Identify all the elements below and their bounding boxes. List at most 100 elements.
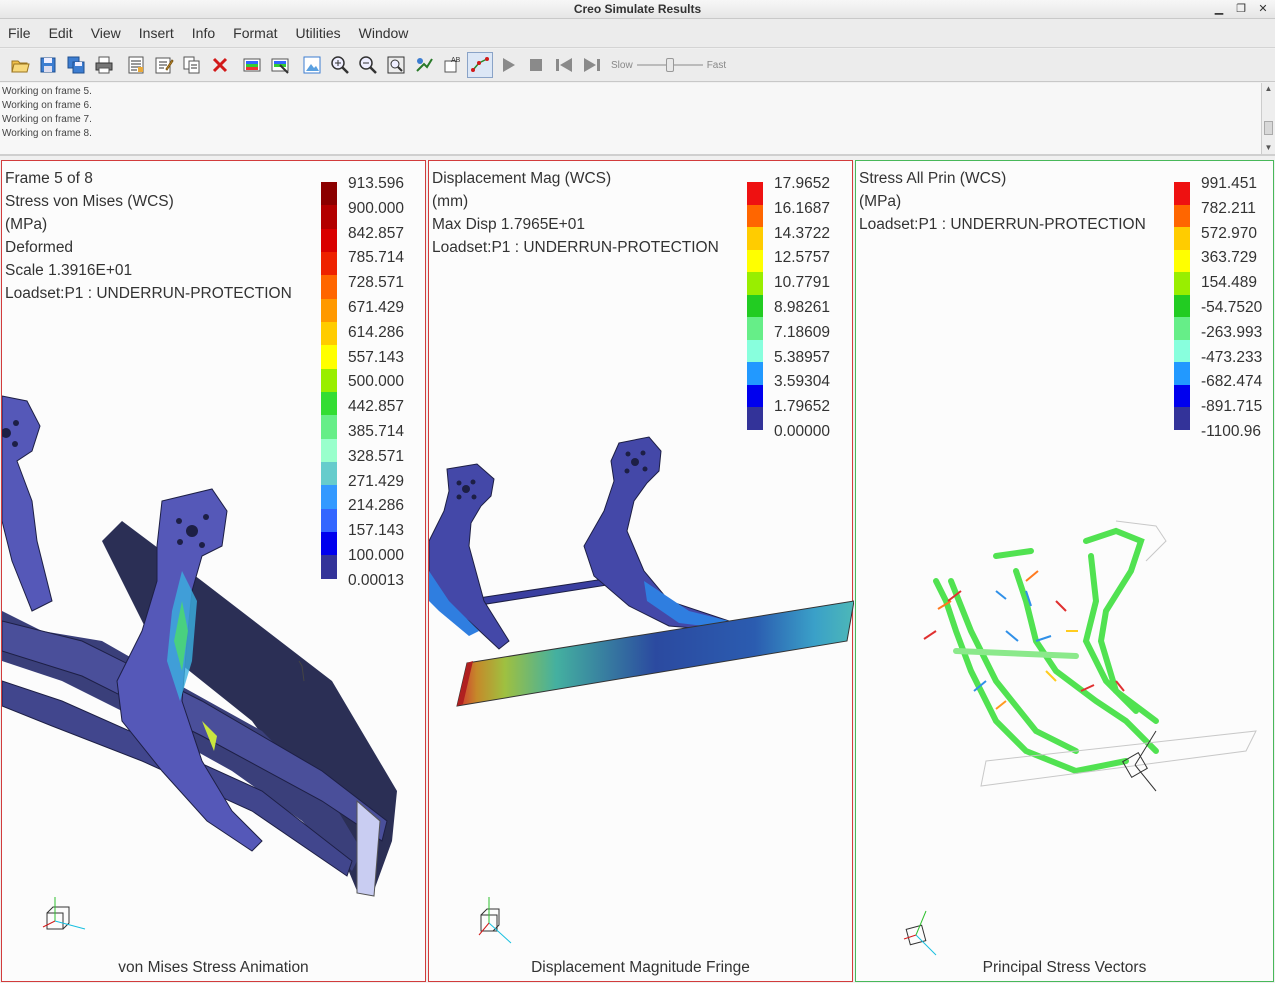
legend-value: 154.489 [1201, 274, 1258, 292]
result-units: (MPa) [5, 216, 48, 233]
query-button[interactable] [467, 52, 493, 78]
play-button[interactable] [495, 52, 521, 78]
legend-swatch [321, 321, 337, 346]
menu-bar: File Edit View Insert Info Format Utilit… [0, 19, 1275, 48]
legend-colorbar [747, 182, 763, 430]
delete-button[interactable] [207, 52, 233, 78]
rewind-button[interactable] [551, 52, 577, 78]
legend-value: 16.1687 [774, 199, 831, 217]
legend-swatch [321, 228, 337, 252]
annotate-button[interactable]: AB [439, 52, 465, 78]
legend-swatch [747, 294, 763, 318]
frame-counter: Frame 5 of 8 [5, 170, 93, 187]
legend-value: 12.5757 [774, 249, 831, 267]
message-line: Working on frame 6. [2, 100, 92, 111]
result-info-displacement: Displacement Mag (WCS) (mm) Max Disp 1.7… [432, 167, 719, 259]
loadset-label: Loadset:P1 : UNDERRUN-PROTECTION [432, 239, 719, 256]
properties-button[interactable] [123, 52, 149, 78]
menu-window[interactable]: Window [359, 25, 409, 41]
speed-slider[interactable] [636, 57, 703, 73]
legend-value: 8.98261 [774, 298, 831, 316]
menu-format[interactable]: Format [233, 25, 277, 41]
legend-swatch [321, 298, 337, 322]
legend-value: 14.3722 [774, 224, 831, 242]
legend-swatch [1174, 204, 1190, 228]
toolbar: AB Slow Fast [0, 49, 1275, 82]
zoom-in-button[interactable] [327, 52, 353, 78]
view-icon [303, 56, 321, 74]
stop-button[interactable] [523, 52, 549, 78]
menu-edit[interactable]: Edit [49, 25, 73, 41]
scale-label: Scale 1.3916E+01 [5, 262, 133, 279]
principal-stress-panel[interactable]: Stress All Prin (WCS) (MPa) Loadset:P1 :… [855, 160, 1274, 982]
legend-value: 10.7791 [774, 274, 831, 292]
menu-insert[interactable]: Insert [139, 25, 174, 41]
von-mises-panel[interactable]: Frame 5 of 8 Stress von Mises (WCS) (MPa… [1, 160, 426, 982]
legend-value: 614.286 [348, 323, 405, 341]
legend-swatch [747, 362, 763, 385]
speed-slider-thumb[interactable] [665, 58, 674, 72]
legend-value: 842.857 [348, 224, 405, 242]
displacement-panel[interactable]: Displacement Mag (WCS) (mm) Max Disp 1.7… [428, 160, 854, 982]
forward-button[interactable] [579, 52, 605, 78]
legend-value: 0.00000 [774, 422, 831, 440]
legend-value: 785.714 [348, 249, 405, 267]
message-line: Working on frame 5. [2, 86, 92, 97]
svg-text:AB: AB [451, 57, 461, 64]
legend-value: -891.715 [1201, 398, 1263, 416]
legend-value: -682.474 [1201, 373, 1263, 391]
deformed-label: Deformed [5, 239, 74, 256]
legend-swatch [1174, 384, 1190, 408]
edit-button[interactable] [151, 52, 177, 78]
refit-button[interactable] [383, 52, 409, 78]
minimize-button[interactable]: ▁ [1209, 1, 1229, 17]
legend-value: 900.000 [348, 199, 405, 217]
message-area: Working on frame 5. Working on frame 6. … [0, 83, 1275, 156]
menu-view[interactable]: View [91, 25, 121, 41]
restore-button[interactable]: ❐ [1231, 1, 1251, 17]
legend-value: 1.79652 [774, 398, 831, 416]
result-units: (mm) [432, 193, 469, 210]
show-button[interactable] [239, 52, 265, 78]
legend-swatch [1174, 249, 1190, 273]
menu-info[interactable]: Info [192, 25, 215, 41]
print-button[interactable] [91, 52, 117, 78]
fast-label: Fast [706, 59, 727, 71]
hide-button[interactable] [267, 52, 293, 78]
legend-swatch [321, 275, 337, 299]
legend-value: 5.38957 [774, 348, 831, 366]
legend-swatch [1174, 272, 1190, 295]
close-button[interactable]: ✕ [1253, 1, 1273, 17]
save-all-button[interactable] [63, 52, 89, 78]
view-button[interactable] [299, 52, 325, 78]
legend-value: -263.993 [1201, 323, 1263, 341]
scroll-down-icon[interactable]: ▼ [1262, 142, 1275, 154]
zoom-out-button[interactable] [355, 52, 381, 78]
legend-swatch [1174, 182, 1190, 205]
menu-file[interactable]: File [8, 25, 31, 41]
legend-swatch [321, 182, 337, 206]
legend-value: 214.286 [348, 497, 405, 515]
show-icon [243, 58, 261, 72]
panel-caption: Principal Stress Vectors [982, 959, 1147, 976]
spin-button[interactable] [411, 52, 437, 78]
legend-value: 363.729 [1201, 249, 1258, 267]
panel-caption: Displacement Magnitude Fringe [531, 959, 750, 976]
legend-swatch [1174, 407, 1190, 430]
legend-swatch [1174, 227, 1190, 250]
legend-swatch [747, 227, 763, 250]
result-units: (MPa) [859, 193, 902, 210]
menu-utilities[interactable]: Utilities [296, 25, 341, 41]
copy-button[interactable] [179, 52, 205, 78]
save-button[interactable] [35, 52, 61, 78]
message-scrollbar[interactable]: ▲ ▼ [1261, 83, 1275, 154]
open-button[interactable] [7, 52, 33, 78]
scroll-thumb[interactable] [1264, 121, 1273, 135]
legend-value: 991.451 [1201, 175, 1258, 192]
legend-value: 271.429 [348, 472, 405, 490]
delete-icon [212, 57, 228, 73]
legend-colorbar [321, 182, 337, 579]
legend-value: -1100.96 [1201, 422, 1262, 440]
title-bar: Creo Simulate Results ▁ ❐ ✕ [0, 0, 1275, 19]
scroll-up-icon[interactable]: ▲ [1262, 83, 1275, 95]
